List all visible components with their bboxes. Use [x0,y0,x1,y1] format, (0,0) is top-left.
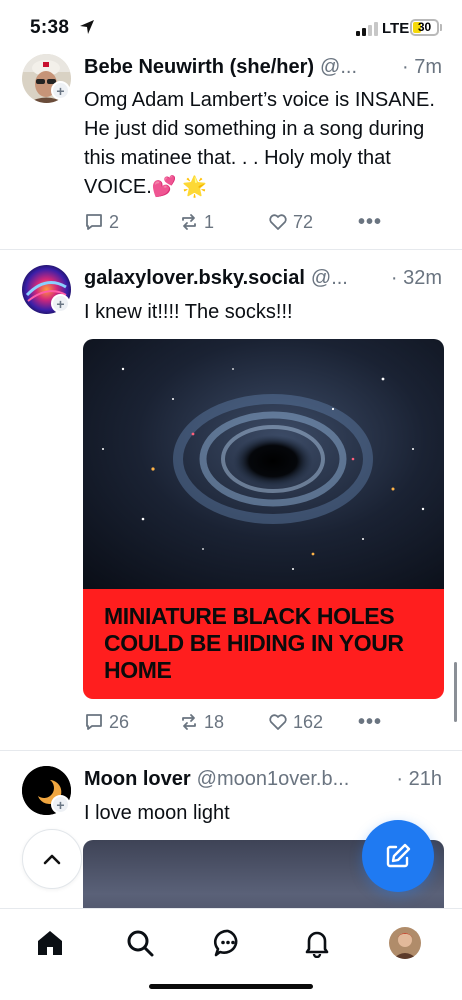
chat-icon [213,929,238,957]
more-icon[interactable]: ••• [358,711,382,734]
location-arrow-icon [80,20,94,34]
author-handle[interactable]: @... [311,267,385,290]
nav-profile[interactable] [389,927,421,959]
post-time: · 32m [390,267,442,289]
post-time: · 7m [402,56,442,78]
repost-button[interactable]: 1 [179,212,268,233]
author-handle[interactable]: @... [320,56,396,79]
repost-icon [182,714,196,730]
battery-icon: 30 [410,19,439,36]
post-item[interactable]: + Bebe Neuwirth (she/her) @... · 7m Omg … [0,50,462,250]
author-name[interactable]: galaxylover.bsky.social [84,267,305,290]
post-time: · 21h [396,768,442,790]
repost-count: 1 [204,211,215,232]
chevron-up-icon [43,854,61,865]
home-icon [38,931,62,955]
battery-level: 30 [417,20,432,34]
post-actions: 2 1 72 ••• [84,210,382,234]
like-button[interactable]: 162 [268,712,358,733]
status-bar: 5:38 LTE 30 [0,0,462,50]
follow-plus-icon[interactable]: + [51,81,70,100]
post-text: Omg Adam Lambert’s voice is INSANE. He j… [84,89,435,198]
reply-icon [86,714,102,730]
author-name[interactable]: Moon lover [84,768,191,791]
nav-home[interactable] [34,927,66,959]
reply-button[interactable]: 2 [84,212,179,233]
bell-icon [305,931,329,958]
like-count: 162 [293,711,324,732]
scrollbar[interactable] [454,662,457,722]
post-header: Bebe Neuwirth (she/her) @... · 7m [84,56,442,79]
post-image[interactable]: MINIATURE BLACK HOLES COULD BE HIDING IN… [83,339,444,699]
author-name[interactable]: Bebe Neuwirth (she/her) [84,56,314,79]
more-icon[interactable]: ••• [358,211,382,234]
like-count: 72 [293,211,314,232]
scroll-to-top-button[interactable] [22,829,82,889]
repost-count: 18 [204,711,225,732]
reply-icon [86,214,102,230]
reply-button[interactable]: 26 [84,712,179,733]
post-text: I knew it!!!! The socks!!! [84,301,293,323]
post-header: galaxylover.bsky.social @... · 32m [84,267,442,290]
compose-button[interactable] [362,820,434,892]
reply-count: 2 [109,211,120,232]
search-icon [127,930,154,957]
post-actions: 26 18 162 ••• [84,710,382,734]
heart-icon [269,214,287,230]
compose-icon [386,843,411,868]
nav-notifications[interactable] [301,927,333,959]
follow-plus-icon[interactable]: + [51,294,70,313]
heart-icon [269,714,287,730]
author-handle[interactable]: @moon1over.b... [197,768,391,791]
repost-icon [182,214,196,230]
nav-chat[interactable] [212,927,244,959]
profile-avatar [389,927,421,959]
like-button[interactable]: 72 [268,212,358,233]
reply-count: 26 [109,711,130,732]
post-header: Moon lover @moon1over.b... · 21h [84,768,442,791]
signal-icon [356,22,378,36]
network-type: LTE [382,20,410,37]
black-hole-image [83,339,444,589]
post-item[interactable]: + galaxylover.bsky.social @... · 32m I k… [0,250,462,750]
nav-search[interactable] [124,927,156,959]
image-caption-banner: MINIATURE BLACK HOLES COULD BE HIDING IN… [83,589,444,699]
status-time: 5:38 [30,17,70,38]
image-caption: MINIATURE BLACK HOLES COULD BE HIDING IN… [104,603,404,683]
repost-button[interactable]: 18 [179,712,268,733]
follow-plus-icon[interactable]: + [51,795,70,814]
home-indicator [149,984,313,989]
